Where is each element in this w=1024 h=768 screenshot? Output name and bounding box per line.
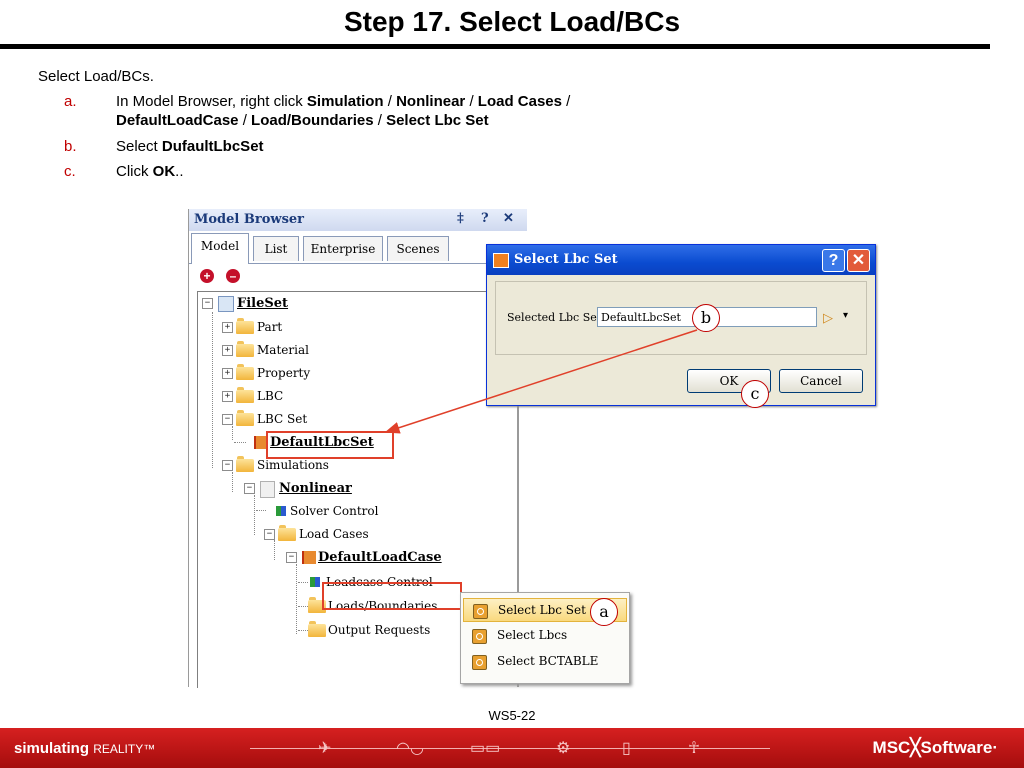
gear-icon: ⚙	[556, 740, 571, 757]
phone-icon: ▯	[622, 740, 631, 757]
annotation-arrow	[384, 329, 698, 434]
page-number: WS5-22	[488, 708, 536, 723]
callout-b: b	[692, 304, 720, 332]
footer-bar: simulating REALITY™ ✈ ◠◡ ▭▭ ⚙ ▯ ☥ MSC╳So…	[0, 728, 1024, 768]
footer-slogan: simulating REALITY™	[14, 740, 156, 757]
plane-icon: ✈	[318, 740, 332, 757]
person-icon: ☥	[688, 740, 700, 757]
brand-logo: MSC╳Software·	[872, 738, 998, 757]
car-icon: ◠◡	[396, 740, 424, 757]
callout-c: c	[741, 380, 769, 408]
callout-a: a	[590, 598, 618, 626]
train-icon: ▭▭	[470, 740, 501, 757]
